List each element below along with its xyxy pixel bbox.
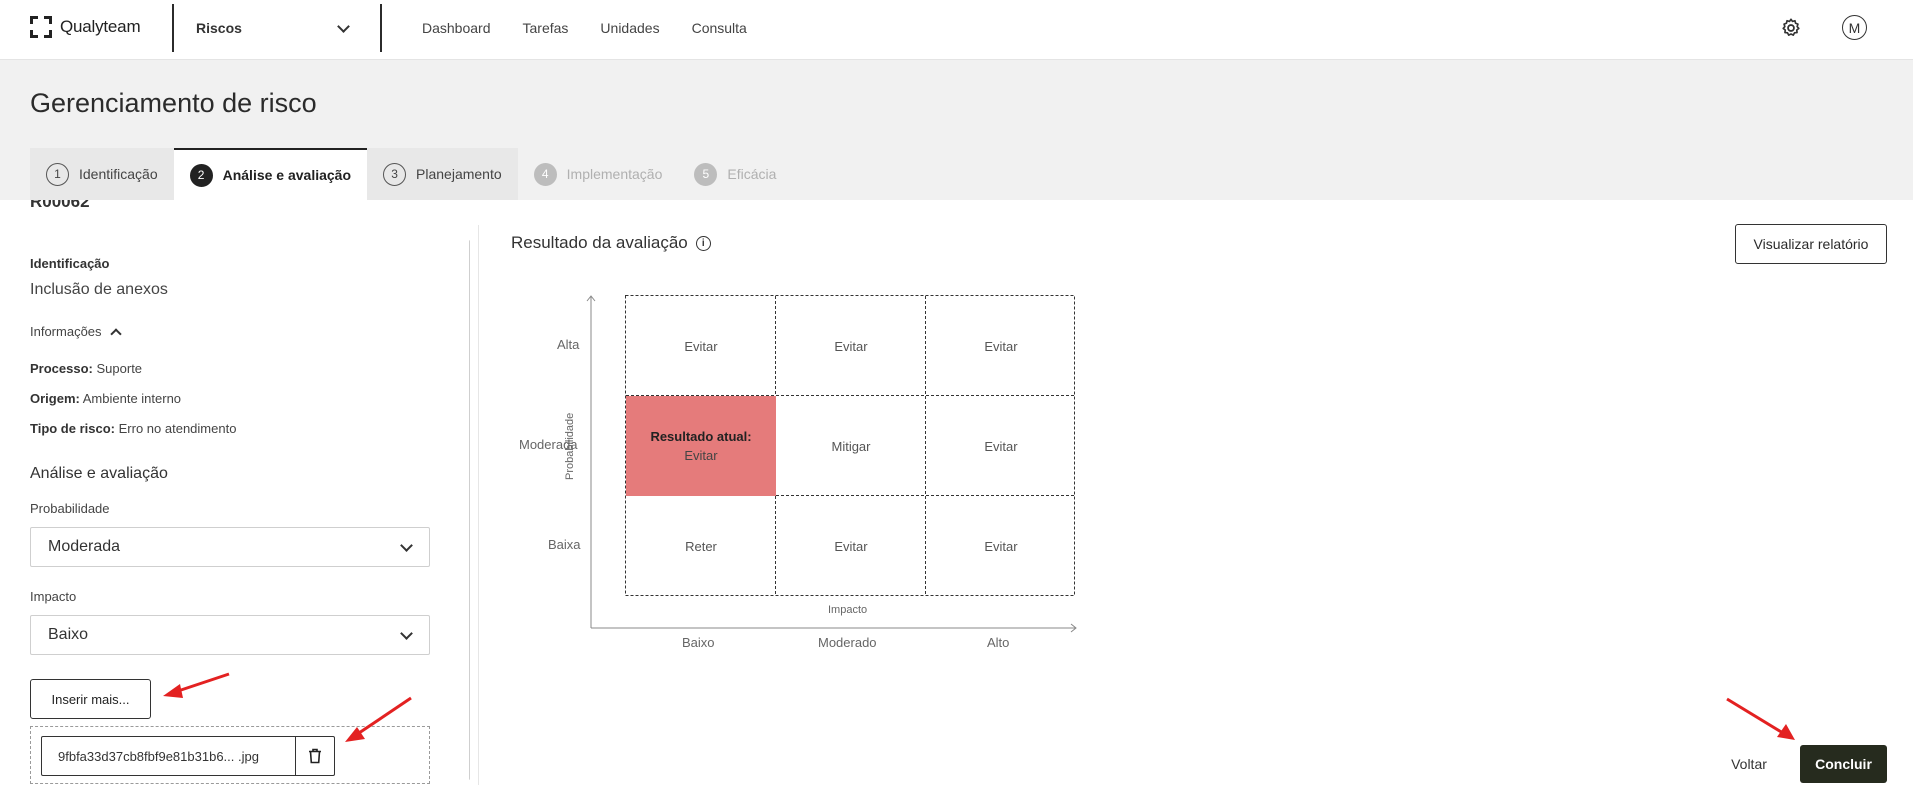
- matrix-cell: Evitar: [776, 496, 926, 596]
- matrix-cell-value: Reter: [685, 538, 717, 554]
- col-label-alto: Alto: [987, 635, 1010, 650]
- matrix-cell-value: Evitar: [834, 538, 868, 554]
- matrix-cell-value: Evitar: [834, 338, 868, 354]
- back-button[interactable]: Voltar: [1712, 745, 1786, 783]
- x-axis-title: Impacto: [828, 604, 868, 616]
- matrix-cell: Evitar: [776, 296, 926, 396]
- y-axis-title: Probabilidade: [564, 412, 576, 480]
- col-label-baixo: Baixo: [682, 635, 715, 650]
- finish-button[interactable]: Concluir: [1800, 745, 1887, 783]
- matrix-cell: Resultado atual: Evitar: [626, 396, 776, 496]
- matrix-cell: Evitar: [926, 496, 1076, 596]
- matrix-cell-value: Evitar: [684, 338, 718, 354]
- matrix-cell: Evitar: [926, 396, 1076, 496]
- matrix-cell: Evitar: [626, 296, 776, 396]
- row-label-alta: Alta: [557, 337, 580, 352]
- matrix-cell-value: Evitar: [984, 538, 1018, 554]
- current-result-label: Resultado atual:: [650, 429, 752, 444]
- col-label-moderado: Moderado: [818, 635, 877, 650]
- matrix-cell-value: Evitar: [984, 438, 1018, 454]
- matrix-cell: Evitar: [926, 296, 1076, 396]
- matrix-cell-value: Mitigar: [831, 438, 871, 454]
- row-label-baixa: Baixa: [548, 537, 581, 552]
- matrix-cell-value: Evitar: [684, 448, 718, 463]
- matrix-cell: Reter: [626, 496, 776, 596]
- matrix-cell: Mitigar: [776, 396, 926, 496]
- matrix-cell-value: Evitar: [984, 338, 1018, 354]
